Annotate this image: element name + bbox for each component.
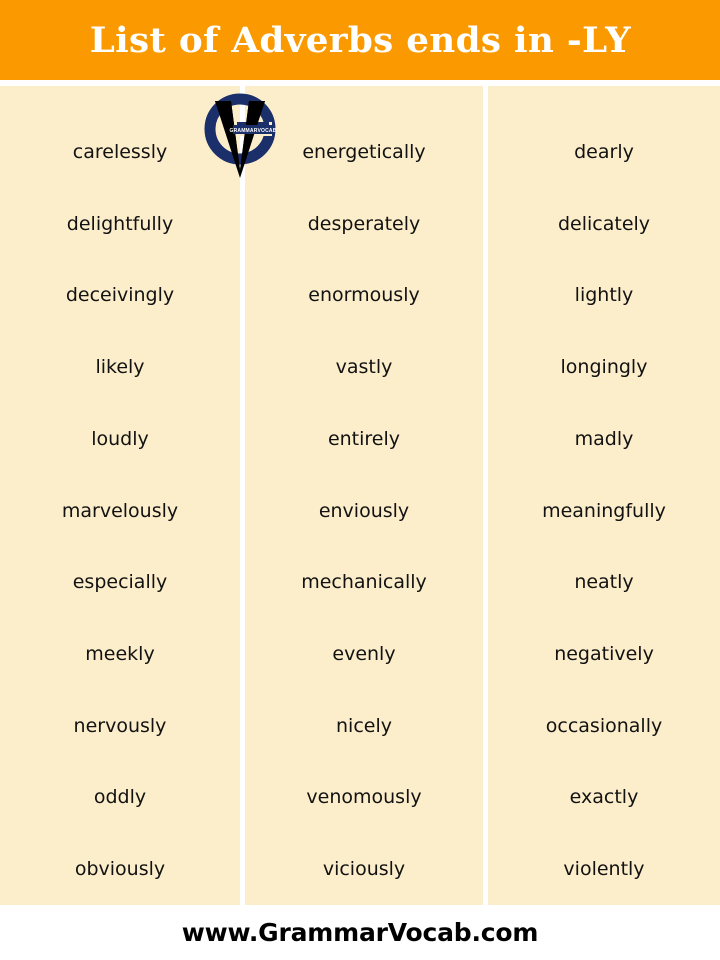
list-item: exactly xyxy=(569,786,639,809)
list-item: deceivingly xyxy=(65,284,175,307)
list-item: vastly xyxy=(335,356,393,379)
list-item: enviously xyxy=(318,499,410,522)
list-item: especially xyxy=(72,571,168,594)
list-item: entirely xyxy=(327,427,401,450)
list-item: viciously xyxy=(322,858,406,881)
list-item: mechanically xyxy=(301,571,427,594)
list-item: nicely xyxy=(336,714,392,737)
website-url: www.GrammarVocab.com xyxy=(181,918,539,947)
list-item: energetically xyxy=(302,140,426,163)
list-item: dearly xyxy=(574,140,634,163)
list-item: loudly xyxy=(91,427,149,450)
list-item: marvelously xyxy=(61,499,179,522)
list-item: madly xyxy=(574,427,634,450)
list-item: occasionally xyxy=(545,714,663,737)
list-item: longingly xyxy=(560,356,648,379)
list-item: violently xyxy=(563,858,645,881)
list-item: oddly xyxy=(93,786,147,809)
list-item: negatively xyxy=(554,643,654,665)
list-item: delightfully xyxy=(66,212,174,235)
list-item: carelessly xyxy=(72,140,168,163)
list-item: desperately xyxy=(307,212,421,235)
list-item: meekly xyxy=(85,643,155,665)
word-list-panel: carelessly delightfully deceivingly like… xyxy=(0,86,720,905)
footer: www.GrammarVocab.com xyxy=(0,905,720,960)
list-item: meaningfully xyxy=(542,499,666,522)
word-column-1: carelessly delightfully deceivingly like… xyxy=(0,86,240,905)
word-column-2: energetically desperately enormously vas… xyxy=(245,86,483,905)
list-item: enormously xyxy=(308,284,420,307)
adverbs-list-page: List of Adverbs ends in -LY carelessly d… xyxy=(0,0,720,960)
page-title: List of Adverbs ends in -LY xyxy=(89,19,631,61)
header-banner: List of Adverbs ends in -LY xyxy=(0,0,720,80)
list-item: obviously xyxy=(74,858,166,881)
list-item: lightly xyxy=(574,284,634,307)
list-item: venomously xyxy=(306,786,422,809)
list-item: delicately xyxy=(557,212,651,235)
list-item: neatly xyxy=(574,571,634,594)
list-item: likely xyxy=(95,356,145,379)
list-item: nervously xyxy=(73,714,167,737)
list-item: evenly xyxy=(332,643,396,665)
word-column-3: dearly delicately lightly longingly madl… xyxy=(488,86,720,905)
